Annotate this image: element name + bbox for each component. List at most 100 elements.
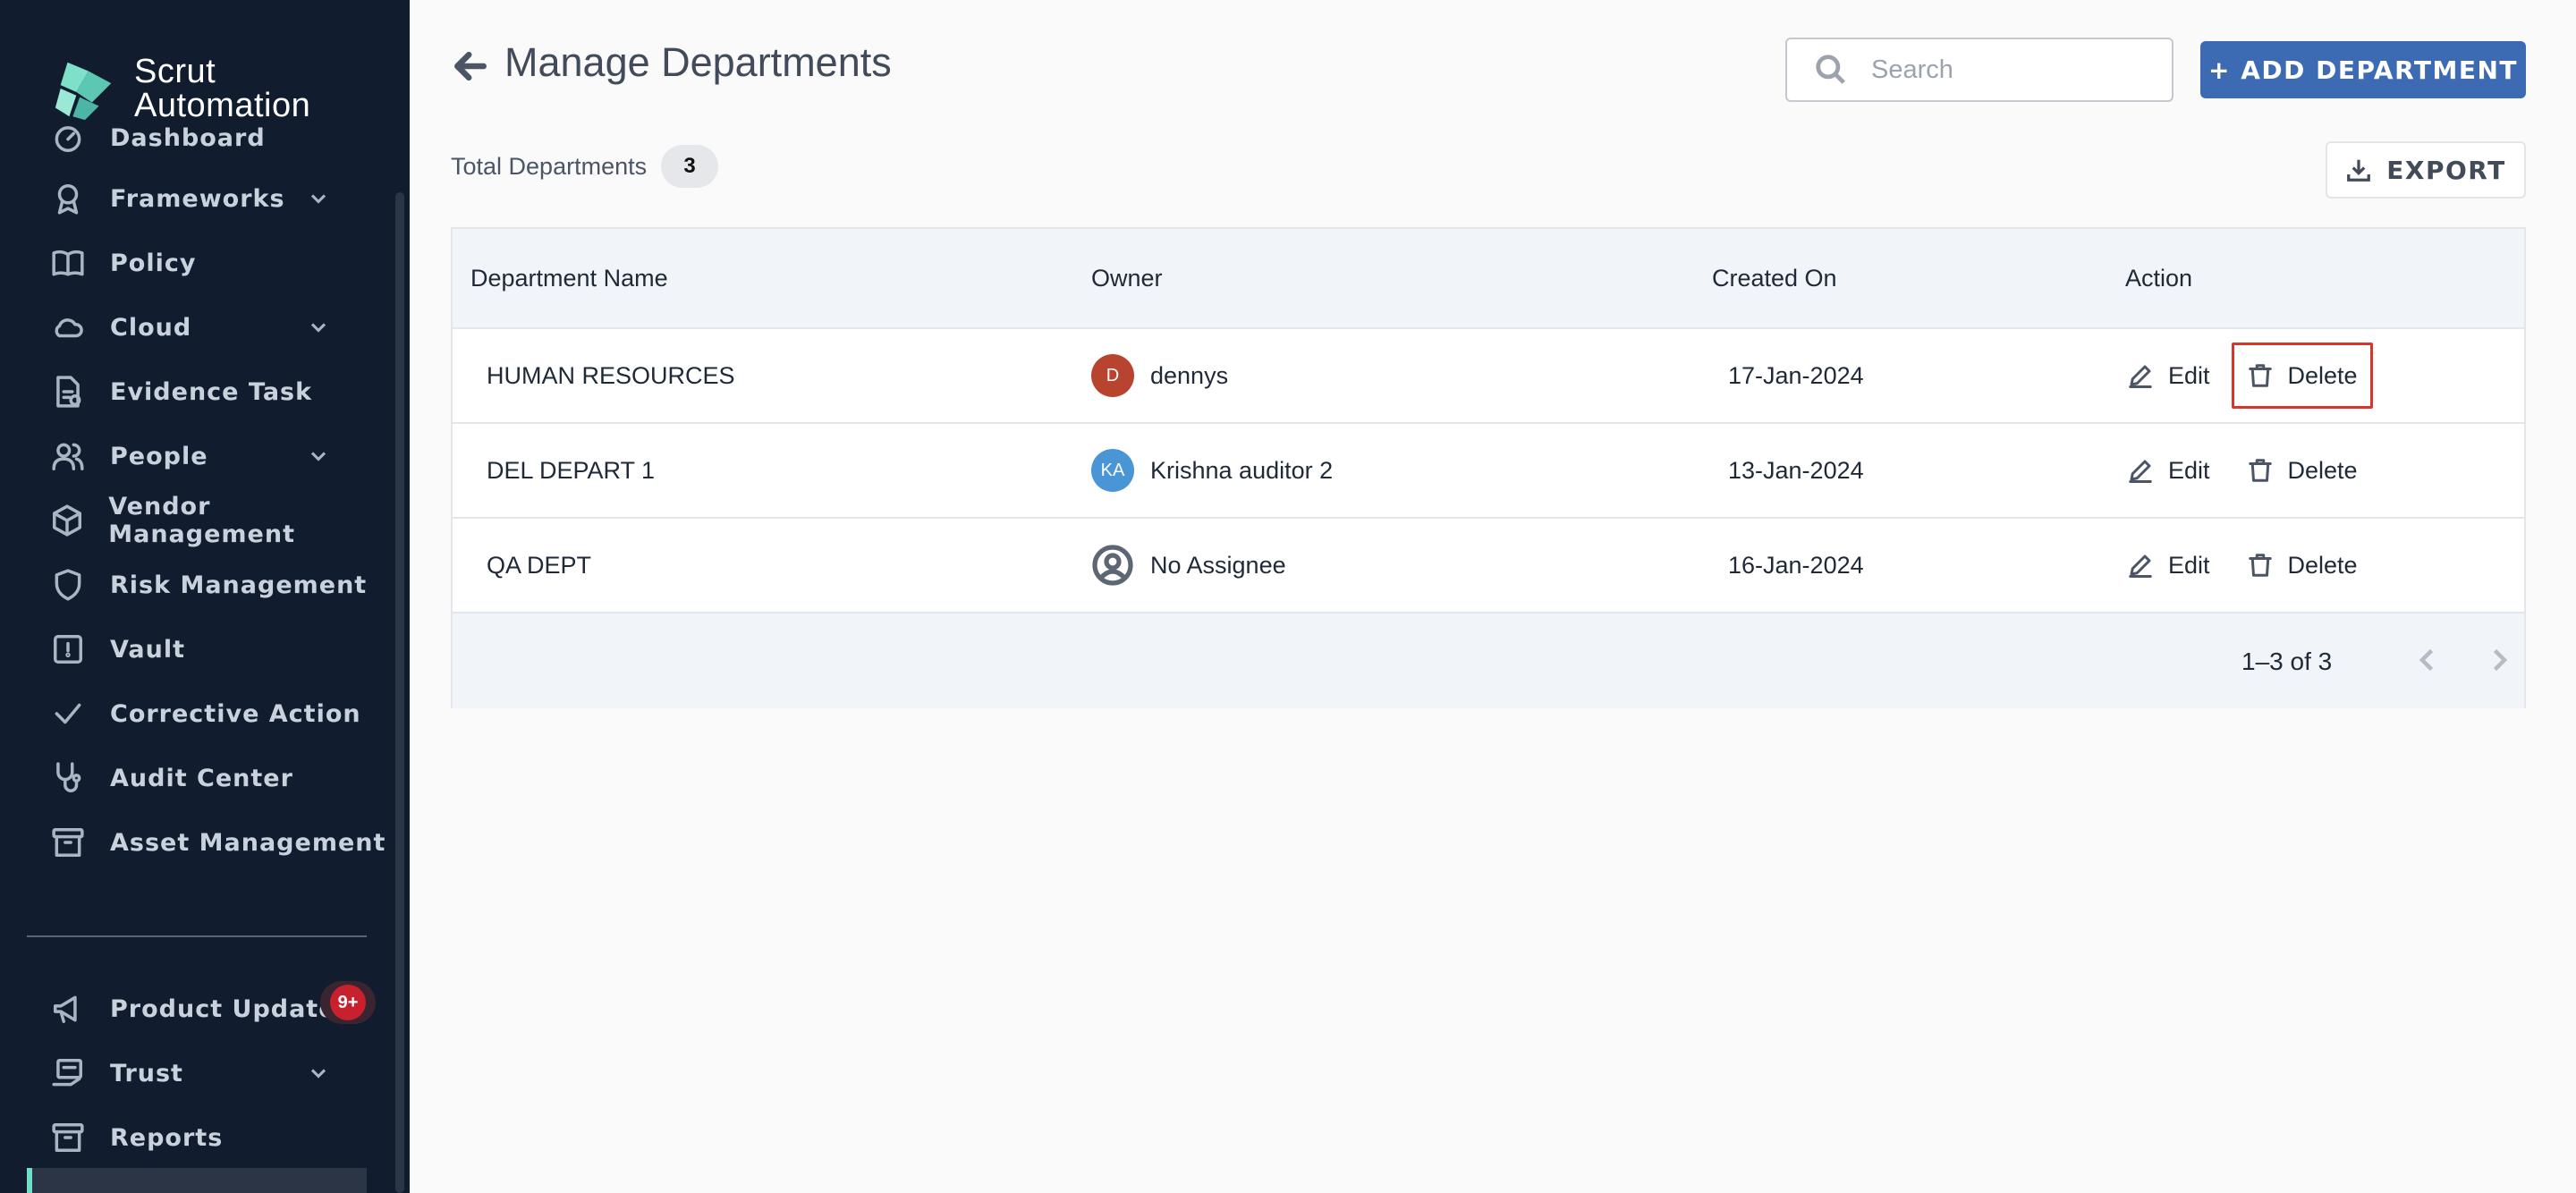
sidebar-item-label: Trust (110, 1059, 183, 1087)
page-title: Manage Departments (504, 39, 892, 85)
sidebar-item-active[interactable] (27, 1168, 367, 1193)
department-name: QA DEPT (487, 551, 592, 579)
total-departments-count: 3 (661, 145, 719, 188)
owner-cell: No Assignee (1091, 519, 1286, 612)
sidebar-item-label: Vault (110, 635, 186, 664)
delete-button[interactable]: Delete (2231, 343, 2373, 409)
sidebar-item-audit-center[interactable]: Audit Center (0, 746, 394, 810)
main-content: Manage Departments + ADD DEPARTMENT Tota… (410, 0, 2576, 1193)
award-icon (50, 181, 86, 216)
total-departments: Total Departments 3 (451, 145, 719, 188)
search-input[interactable] (1871, 55, 2157, 85)
owner-name: dennys (1150, 361, 1229, 389)
sidebar-item-policy[interactable]: Policy (0, 231, 394, 295)
sidebar-item-label: Frameworks (110, 184, 285, 213)
delete-button[interactable]: Delete (2232, 437, 2373, 503)
chevron-down-icon[interactable] (306, 444, 331, 469)
download-icon (2347, 159, 2371, 182)
vault-icon (50, 631, 86, 667)
trash-icon (2248, 364, 2272, 387)
box-icon (50, 503, 84, 538)
updates-badge: 9+ (320, 981, 376, 1024)
no-assignee-icon (1091, 544, 1134, 587)
delete-label: Delete (2287, 551, 2358, 579)
avatar: D (1091, 354, 1134, 397)
pencil-icon (2129, 460, 2152, 483)
column-header-action: Action (2125, 265, 2193, 292)
chevron-down-icon[interactable] (306, 186, 331, 211)
search-box[interactable] (1785, 38, 2174, 102)
column-header-created-on[interactable]: Created On (1712, 265, 1837, 292)
brand-line-1: Scrut (134, 53, 216, 90)
delete-button[interactable]: Delete (2232, 532, 2373, 598)
sidebar-item-vault[interactable]: Vault (0, 617, 394, 681)
sidebar-item-label: Cloud (110, 313, 192, 342)
trash-icon (2248, 554, 2272, 577)
export-button-label: EXPORT (2386, 155, 2506, 185)
delete-label: Delete (2287, 361, 2358, 389)
chevron-right-icon (2493, 648, 2508, 672)
back-arrow-icon[interactable] (451, 47, 490, 86)
updates-badge-count: 9+ (330, 985, 366, 1020)
table-row: QA DEPT No Assignee 16-Jan-2024 Edit Del… (453, 519, 2524, 613)
owner-cell: KA Krishna auditor 2 (1091, 424, 1333, 517)
sidebar-item-cloud[interactable]: Cloud (0, 295, 394, 360)
sidebar-item-corrective-action[interactable]: Corrective Action (0, 681, 394, 746)
trust-icon (50, 1055, 86, 1091)
cloud-icon (50, 309, 86, 345)
avatar: KA (1091, 449, 1134, 492)
owner-cell: D dennys (1091, 329, 1228, 422)
book-icon (50, 245, 86, 281)
sidebar-item-label: Evidence Task (110, 377, 313, 406)
sidebar-item-asset-management[interactable]: Asset Management (0, 810, 394, 875)
add-department-button[interactable]: + ADD DEPARTMENT (2200, 41, 2526, 98)
check-icon (50, 696, 86, 732)
sidebar-item-label: Asset Management (110, 828, 386, 857)
sidebar-item-label: Product Updates (110, 994, 352, 1023)
action-cell: Edit Delete (2114, 329, 2373, 422)
archive-icon (50, 1120, 86, 1155)
sidebar-item-trust[interactable]: Trust (0, 1041, 394, 1105)
table-row: DEL DEPART 1 KA Krishna auditor 2 13-Jan… (453, 424, 2524, 519)
created-on: 13-Jan-2024 (1728, 456, 1864, 484)
created-on: 16-Jan-2024 (1728, 551, 1864, 579)
search-icon (1816, 55, 1845, 84)
table-row: HUMAN RESOURCES D dennys 17-Jan-2024 Edi… (453, 329, 2524, 424)
shield-icon (50, 567, 86, 603)
sidebar-divider (27, 935, 367, 937)
sidebar-item-label: Dashboard (110, 123, 266, 152)
sidebar-item-risk-management[interactable]: Risk Management (0, 553, 394, 617)
pencil-icon (2129, 554, 2152, 578)
edit-button[interactable]: Edit (2114, 343, 2223, 409)
sidebar: Scrut Automation Dashboard Frameworks Po… (0, 0, 410, 1193)
owner-name: Krishna auditor 2 (1150, 456, 1334, 484)
sidebar-item-label: Corrective Action (110, 699, 361, 728)
edit-button[interactable]: Edit (2114, 437, 2223, 503)
dashboard-icon (50, 120, 86, 156)
prev-page-button[interactable] (2411, 644, 2447, 680)
sidebar-item-dashboard[interactable]: Dashboard (0, 106, 394, 170)
sidebar-item-vendor-management[interactable]: Vendor Management (0, 488, 394, 553)
sidebar-scrollbar[interactable] (395, 192, 404, 1193)
column-header-owner[interactable]: Owner (1091, 265, 1163, 292)
archive-icon (50, 825, 86, 860)
sidebar-item-frameworks[interactable]: Frameworks (0, 166, 394, 231)
next-page-button[interactable] (2483, 644, 2519, 680)
sidebar-item-label: Policy (110, 249, 197, 277)
sidebar-item-label: Vendor Management (108, 493, 295, 548)
sidebar-item-people[interactable]: People (0, 424, 394, 488)
sidebar-item-evidence-task[interactable]: Evidence Task (0, 360, 394, 424)
chevron-down-icon[interactable] (306, 1061, 331, 1086)
edit-button[interactable]: Edit (2114, 532, 2223, 598)
export-button[interactable]: EXPORT (2326, 141, 2526, 199)
action-cell: Edit Delete (2114, 519, 2373, 612)
pencil-icon (2129, 365, 2152, 388)
department-name: HUMAN RESOURCES (487, 361, 735, 389)
table-pagination: 1–3 of 3 (453, 613, 2524, 708)
chevron-down-icon[interactable] (306, 315, 331, 340)
sidebar-item-reports[interactable]: Reports (0, 1105, 394, 1170)
total-departments-label: Total Departments (451, 152, 648, 180)
column-header-department-name[interactable]: Department Name (470, 265, 668, 292)
sidebar-item-label: Reports (110, 1123, 224, 1152)
trash-icon (2248, 459, 2272, 482)
